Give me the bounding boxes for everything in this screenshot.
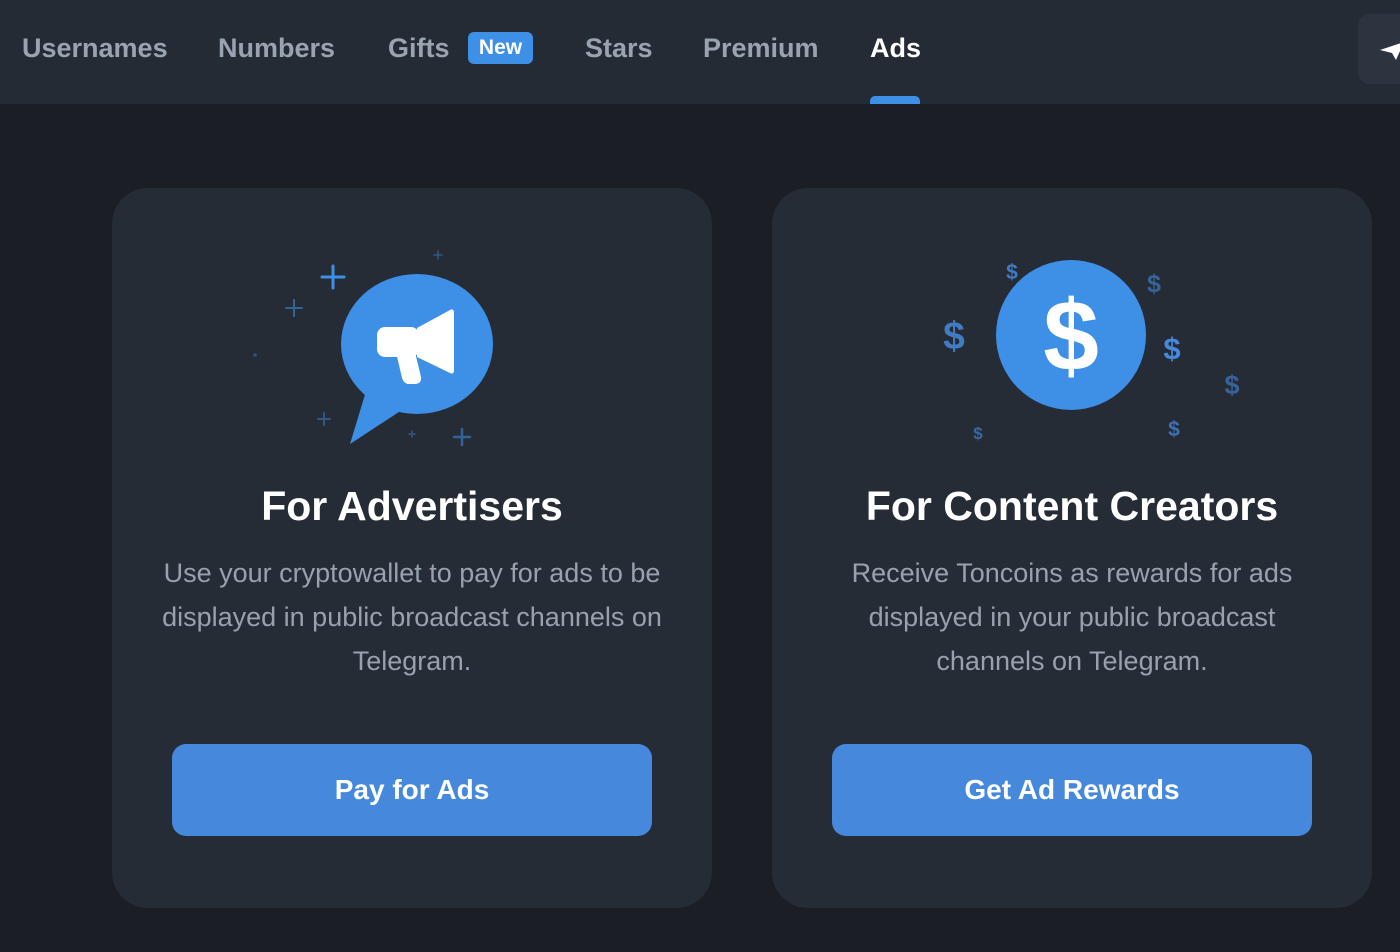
get-ad-rewards-button[interactable]: Get Ad Rewards	[832, 744, 1312, 836]
svg-text:$: $	[1168, 418, 1180, 441]
active-tab-indicator	[870, 96, 920, 104]
dollar-coin-icon: $ $ $ $ $ $ $ $ $	[943, 260, 1240, 443]
tab-usernames[interactable]: Usernames	[22, 28, 168, 68]
tab-ads[interactable]: Ads	[870, 28, 921, 68]
card-description: Receive Toncoins as rewards for ads disp…	[851, 558, 1293, 676]
card-title: For Advertisers	[261, 483, 563, 529]
svg-text:$: $	[1043, 280, 1099, 392]
svg-text:$: $	[943, 315, 965, 358]
tab-gifts[interactable]: Gifts	[388, 28, 450, 68]
telegram-button[interactable]	[1358, 14, 1400, 84]
svg-text:$: $	[1006, 261, 1018, 284]
megaphone-speech-bubble-icon	[253, 250, 493, 447]
tab-premium[interactable]: Premium	[703, 28, 819, 68]
advertisers-card: For Advertisers Use your cryptowallet to…	[112, 188, 712, 908]
card-description: Use your cryptowallet to pay for ads to …	[162, 558, 662, 676]
svg-text:$: $	[1163, 331, 1180, 366]
svg-text:$: $	[1224, 370, 1239, 400]
telegram-paper-plane-icon	[1380, 43, 1400, 60]
content-creators-card: $ $ $ $ $ $ $ $ $ For Content Creators R…	[772, 188, 1372, 908]
tab-stars[interactable]: Stars	[585, 28, 653, 68]
svg-text:$: $	[973, 424, 983, 443]
top-nav: Usernames Numbers Gifts New Stars Premiu…	[0, 0, 1400, 104]
card-title: For Content Creators	[865, 483, 1279, 529]
new-badge: New	[468, 32, 533, 64]
tab-numbers[interactable]: Numbers	[218, 28, 335, 68]
pay-for-ads-button[interactable]: Pay for Ads	[172, 744, 652, 836]
svg-text:$: $	[1147, 270, 1161, 298]
